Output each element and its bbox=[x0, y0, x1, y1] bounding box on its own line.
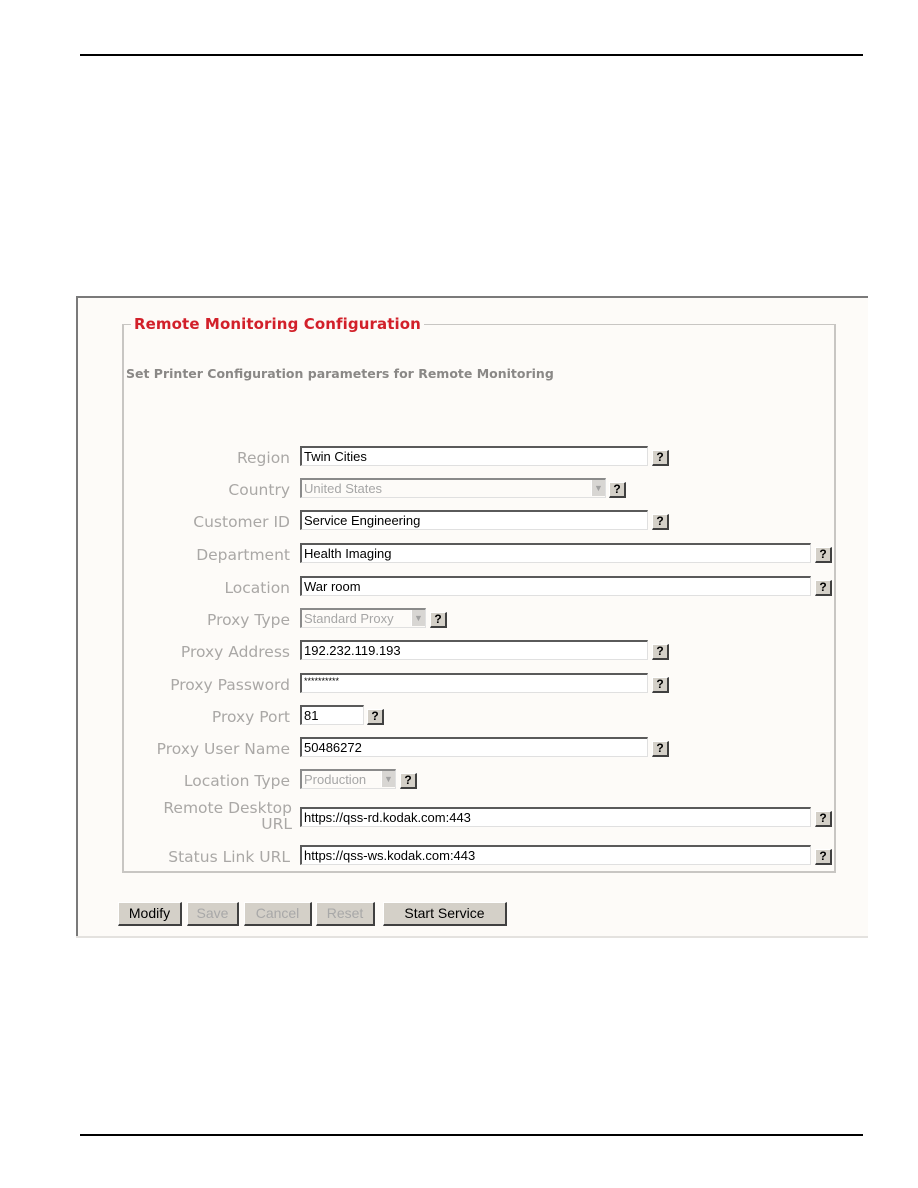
panel-bottom-edge bbox=[76, 936, 868, 938]
proxy-user-name-input[interactable]: 50486272 bbox=[300, 737, 648, 757]
help-icon[interactable]: ? bbox=[815, 849, 832, 865]
proxy-type-select[interactable]: Standard Proxy ▼ bbox=[300, 608, 426, 628]
help-icon[interactable]: ? bbox=[815, 811, 832, 827]
help-icon[interactable]: ? bbox=[815, 547, 832, 563]
remote-desktop-url-label-line1: Remote Desktop bbox=[163, 799, 292, 817]
fieldset-legend: Remote Monitoring Configuration bbox=[131, 315, 424, 333]
panel-subtitle: Set Printer Configuration parameters for… bbox=[126, 366, 554, 381]
help-icon[interactable]: ? bbox=[609, 482, 626, 498]
country-label: Country bbox=[228, 481, 290, 499]
proxy-user-name-label: Proxy User Name bbox=[156, 740, 290, 758]
country-value: United States bbox=[304, 481, 383, 496]
country-select[interactable]: United States ▼ bbox=[300, 478, 606, 498]
proxy-address-input[interactable]: 192.232.119.193 bbox=[300, 640, 648, 660]
status-link-url-input[interactable]: https://qss-ws.kodak.com:443 bbox=[300, 845, 811, 865]
help-icon[interactable]: ? bbox=[367, 709, 384, 725]
help-icon[interactable]: ? bbox=[652, 644, 669, 660]
remote-desktop-url-input[interactable]: https://qss-rd.kodak.com:443 bbox=[300, 807, 811, 827]
help-icon[interactable]: ? bbox=[815, 580, 832, 596]
department-input[interactable]: Health Imaging bbox=[300, 543, 811, 563]
save-button[interactable]: Save bbox=[187, 902, 239, 926]
proxy-address-label: Proxy Address bbox=[180, 643, 290, 661]
proxy-port-label: Proxy Port bbox=[211, 708, 290, 726]
customer-id-input[interactable]: Service Engineering bbox=[300, 510, 648, 530]
chevron-down-icon[interactable]: ▼ bbox=[381, 771, 395, 787]
help-icon[interactable]: ? bbox=[430, 612, 447, 628]
help-icon[interactable]: ? bbox=[652, 514, 669, 530]
location-type-select[interactable]: Production ▼ bbox=[300, 769, 396, 789]
remote-desktop-url-label-line2: URL bbox=[261, 815, 292, 833]
customer-id-label: Customer ID bbox=[193, 513, 290, 531]
location-type-label: Location Type bbox=[183, 772, 290, 790]
cancel-button[interactable]: Cancel bbox=[244, 902, 312, 926]
help-icon[interactable]: ? bbox=[652, 450, 669, 466]
proxy-type-value: Standard Proxy bbox=[304, 611, 394, 626]
location-input[interactable]: War room bbox=[300, 576, 811, 596]
modify-button[interactable]: Modify bbox=[118, 902, 182, 926]
page-footer-rule bbox=[80, 1134, 863, 1136]
department-label: Department bbox=[196, 546, 290, 564]
help-icon[interactable]: ? bbox=[652, 677, 669, 693]
location-type-value: Production bbox=[304, 772, 367, 787]
status-link-url-label: Status Link URL bbox=[168, 848, 290, 866]
chevron-down-icon[interactable]: ▼ bbox=[411, 610, 425, 626]
remote-desktop-url-label: Remote Desktop URL bbox=[70, 800, 292, 832]
location-label: Location bbox=[224, 579, 290, 597]
page-header-rule bbox=[80, 54, 863, 56]
region-input[interactable]: Twin Cities bbox=[300, 446, 648, 466]
chevron-down-icon[interactable]: ▼ bbox=[591, 480, 605, 496]
reset-button[interactable]: Reset bbox=[316, 902, 375, 926]
proxy-port-input[interactable]: 81 bbox=[300, 705, 364, 725]
region-label: Region bbox=[236, 449, 290, 467]
proxy-password-input[interactable]: ********** bbox=[300, 673, 648, 693]
help-icon[interactable]: ? bbox=[400, 773, 417, 789]
proxy-type-label: Proxy Type bbox=[207, 611, 290, 629]
proxy-password-label: Proxy Password bbox=[170, 676, 290, 694]
start-service-button[interactable]: Start Service bbox=[383, 902, 507, 926]
help-icon[interactable]: ? bbox=[652, 741, 669, 757]
